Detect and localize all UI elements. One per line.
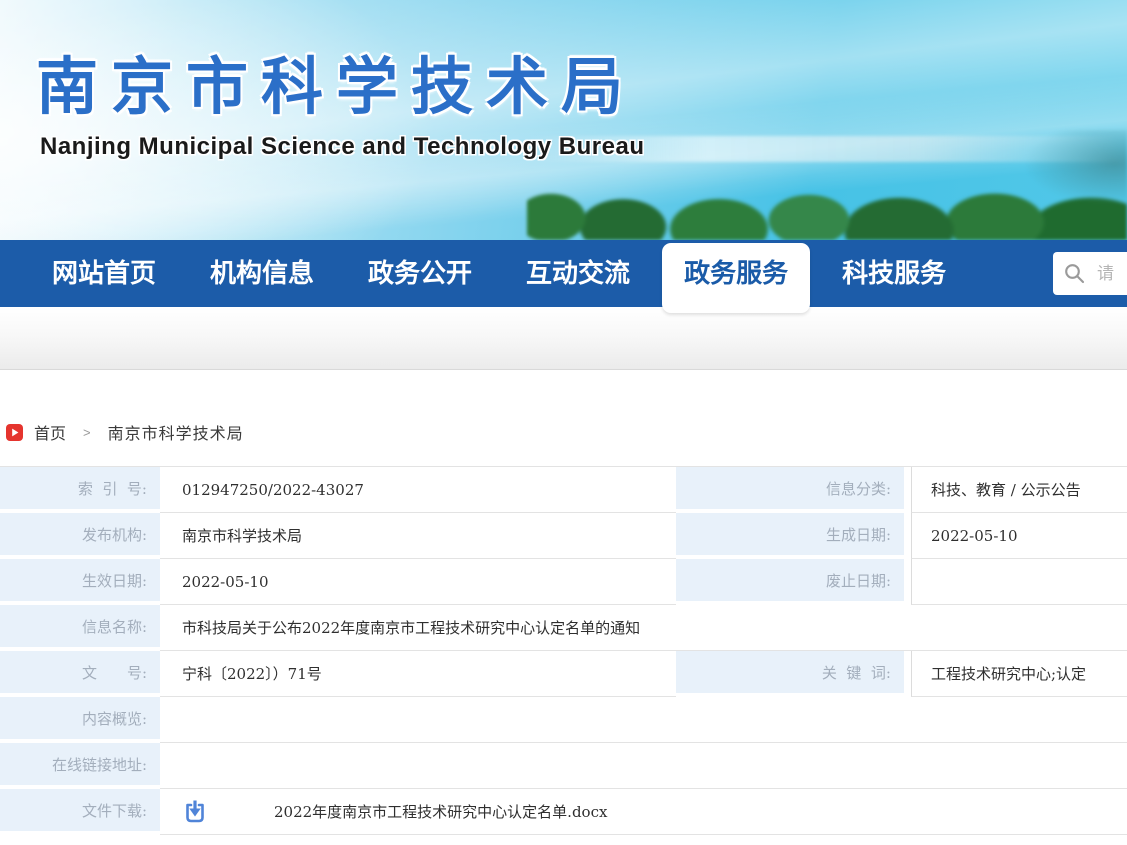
label-issuing-agency: 发布机构: [0,513,160,559]
nav-item-gov-openness[interactable]: 政务公开 [368,240,472,307]
site-banner: 南京市科学技术局 Nanjing Municipal Science and T… [0,0,1127,240]
value-keywords: 工程技术研究中心;认定 [911,651,1127,697]
label-info-category: 信息分类: [676,467,911,513]
value-issuing-agency: 南京市科学技术局 [160,513,676,559]
site-subtitle-en: Nanjing Municipal Science and Technology… [40,133,644,161]
label-file-download: 文件下载: [0,789,160,835]
value-generation-date: 2022-05-10 [911,513,1127,559]
breadcrumb-current: 南京市科学技术局 [108,420,244,444]
breadcrumb-separator: > [83,425,91,440]
nav-subband [0,307,1127,370]
info-table: 索 引 号: 012947250/2022-43027 信息分类: 科技、教育 … [0,466,1127,835]
label-keywords: 关 键 词: [676,651,911,697]
value-document-number: 宁科〔2022〕）71号 [160,651,676,697]
label-document-number: 文 号: [0,651,160,697]
value-online-link [160,743,1127,789]
red-play-icon [6,424,23,441]
value-index-number: 012947250/2022-43027 [160,467,676,513]
value-file-download: 2022年度南京市工程技术研究中心认定名单.docx [160,789,1127,835]
label-index-number: 索 引 号: [0,467,160,513]
label-online-link: 在线链接地址: [0,743,160,789]
value-info-category: 科技、教育 / 公示公告 [911,467,1127,513]
nav-item-site-home[interactable]: 网站首页 [52,240,156,307]
label-info-name: 信息名称: [0,605,160,651]
main-nav: 网站首页 机构信息 政务公开 互动交流 政务服务 科技服务 [0,240,1127,307]
download-icon[interactable] [182,798,208,825]
value-repeal-date [911,559,1127,605]
nav-item-org-info[interactable]: 机构信息 [210,240,314,307]
search-input[interactable] [1097,264,1127,284]
label-generation-date: 生成日期: [676,513,911,559]
nav-item-gov-service-active[interactable]: 政务服务 [684,240,788,307]
nav-item-tech-service[interactable]: 科技服务 [842,240,946,307]
label-content-overview: 内容概览: [0,697,160,743]
label-effective-date: 生效日期: [0,559,160,605]
breadcrumb-home-link[interactable]: 首页 [34,420,66,444]
value-info-name: 市科技局关于公布2022年度南京市工程技术研究中心认定名单的通知 [160,605,1127,651]
label-repeal-date: 废止日期: [676,559,911,605]
value-content-overview [160,697,1127,743]
attachment-link[interactable]: 2022年度南京市工程技术研究中心认定名单.docx [274,801,607,822]
site-title: 南京市科学技术局 [36,36,636,126]
value-effective-date: 2022-05-10 [160,559,676,605]
nav-item-interaction[interactable]: 互动交流 [526,240,630,307]
breadcrumb: 首页 > 南京市科学技术局 [6,419,1127,445]
search-box[interactable] [1053,252,1127,295]
search-icon [1064,263,1085,284]
